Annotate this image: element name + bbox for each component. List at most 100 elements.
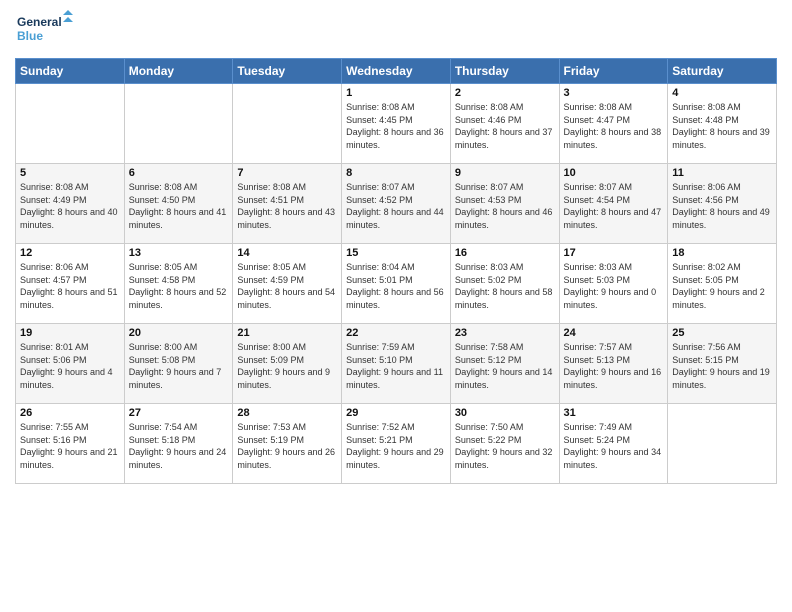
day-cell: 26 Sunrise: 7:55 AM Sunset: 5:16 PM Dayli…	[16, 404, 125, 484]
header-cell-thursday: Thursday	[450, 59, 559, 84]
day-cell: 23 Sunrise: 7:58 AM Sunset: 5:12 PM Dayli…	[450, 324, 559, 404]
day-cell: 21 Sunrise: 8:00 AM Sunset: 5:09 PM Dayli…	[233, 324, 342, 404]
day-info: Sunrise: 7:55 AM Sunset: 5:16 PM Dayligh…	[20, 421, 120, 471]
day-number: 23	[455, 327, 555, 339]
day-number: 22	[346, 327, 446, 339]
day-cell: 14 Sunrise: 8:05 AM Sunset: 4:59 PM Dayli…	[233, 244, 342, 324]
day-info: Sunrise: 8:08 AM Sunset: 4:46 PM Dayligh…	[455, 101, 555, 151]
day-info: Sunrise: 7:58 AM Sunset: 5:12 PM Dayligh…	[455, 341, 555, 391]
day-cell: 19Sunrise: 8:01 AM Sunset: 5:06 PM Dayli…	[16, 324, 125, 404]
day-number: 30	[455, 407, 555, 419]
day-info: Sunrise: 8:08 AM Sunset: 4:49 PM Dayligh…	[20, 181, 120, 231]
day-number: 13	[129, 247, 229, 259]
logo: General Blue	[15, 10, 75, 50]
day-number: 5	[20, 167, 120, 179]
svg-text:Blue: Blue	[17, 29, 43, 43]
day-number: 6	[129, 167, 229, 179]
day-cell	[16, 84, 125, 164]
header: General Blue	[15, 10, 777, 50]
day-cell: 1 Sunrise: 8:08 AM Sunset: 4:45 PM Daylig…	[342, 84, 451, 164]
day-cell: 5 Sunrise: 8:08 AM Sunset: 4:49 PM Daylig…	[16, 164, 125, 244]
day-cell: 17Sunrise: 8:03 AM Sunset: 5:03 PM Dayli…	[559, 244, 668, 324]
day-cell: 27 Sunrise: 7:54 AM Sunset: 5:18 PM Dayli…	[124, 404, 233, 484]
day-info: Sunrise: 7:53 AM Sunset: 5:19 PM Dayligh…	[237, 421, 337, 471]
day-info: Sunrise: 8:08 AM Sunset: 4:45 PM Dayligh…	[346, 101, 446, 151]
day-cell: 20 Sunrise: 8:00 AM Sunset: 5:08 PM Dayli…	[124, 324, 233, 404]
header-cell-friday: Friday	[559, 59, 668, 84]
day-number: 10	[564, 167, 664, 179]
week-row-1: 1 Sunrise: 8:08 AM Sunset: 4:45 PM Daylig…	[16, 84, 777, 164]
day-number: 3	[564, 87, 664, 99]
day-number: 7	[237, 167, 337, 179]
day-cell	[668, 404, 777, 484]
day-info: Sunrise: 8:08 AM Sunset: 4:50 PM Dayligh…	[129, 181, 229, 231]
day-info: Sunrise: 8:07 AM Sunset: 4:52 PM Dayligh…	[346, 181, 446, 231]
day-info: Sunrise: 8:05 AM Sunset: 4:58 PM Dayligh…	[129, 261, 229, 311]
day-cell: 13 Sunrise: 8:05 AM Sunset: 4:58 PM Dayli…	[124, 244, 233, 324]
day-cell: 29 Sunrise: 7:52 AM Sunset: 5:21 PM Dayli…	[342, 404, 451, 484]
calendar-body: 1 Sunrise: 8:08 AM Sunset: 4:45 PM Daylig…	[16, 84, 777, 484]
svg-text:General: General	[17, 15, 62, 29]
header-cell-tuesday: Tuesday	[233, 59, 342, 84]
day-number: 27	[129, 407, 229, 419]
header-cell-wednesday: Wednesday	[342, 59, 451, 84]
day-info: Sunrise: 8:03 AM Sunset: 5:02 PM Dayligh…	[455, 261, 555, 311]
day-info: Sunrise: 8:06 AM Sunset: 4:57 PM Dayligh…	[20, 261, 120, 311]
day-number: 29	[346, 407, 446, 419]
day-cell: 9Sunrise: 8:07 AM Sunset: 4:53 PM Daylig…	[450, 164, 559, 244]
day-info: Sunrise: 8:00 AM Sunset: 5:08 PM Dayligh…	[129, 341, 229, 391]
header-cell-monday: Monday	[124, 59, 233, 84]
day-number: 15	[346, 247, 446, 259]
day-info: Sunrise: 8:05 AM Sunset: 4:59 PM Dayligh…	[237, 261, 337, 311]
day-info: Sunrise: 7:59 AM Sunset: 5:10 PM Dayligh…	[346, 341, 446, 391]
day-info: Sunrise: 8:08 AM Sunset: 4:48 PM Dayligh…	[672, 101, 772, 151]
day-cell: 24 Sunrise: 7:57 AM Sunset: 5:13 PM Dayli…	[559, 324, 668, 404]
day-cell: 15Sunrise: 8:04 AM Sunset: 5:01 PM Dayli…	[342, 244, 451, 324]
day-cell	[233, 84, 342, 164]
header-cell-sunday: Sunday	[16, 59, 125, 84]
day-cell: 10 Sunrise: 8:07 AM Sunset: 4:54 PM Dayli…	[559, 164, 668, 244]
day-cell: 25Sunrise: 7:56 AM Sunset: 5:15 PM Dayli…	[668, 324, 777, 404]
day-cell: 18 Sunrise: 8:02 AM Sunset: 5:05 PM Dayli…	[668, 244, 777, 324]
day-info: Sunrise: 7:52 AM Sunset: 5:21 PM Dayligh…	[346, 421, 446, 471]
day-cell: 12Sunrise: 8:06 AM Sunset: 4:57 PM Dayli…	[16, 244, 125, 324]
day-number: 31	[564, 407, 664, 419]
day-info: Sunrise: 8:06 AM Sunset: 4:56 PM Dayligh…	[672, 181, 772, 231]
day-info: Sunrise: 7:54 AM Sunset: 5:18 PM Dayligh…	[129, 421, 229, 471]
day-info: Sunrise: 7:50 AM Sunset: 5:22 PM Dayligh…	[455, 421, 555, 471]
day-number: 1	[346, 87, 446, 99]
day-number: 18	[672, 247, 772, 259]
day-cell: 30 Sunrise: 7:50 AM Sunset: 5:22 PM Dayli…	[450, 404, 559, 484]
day-cell: 11Sunrise: 8:06 AM Sunset: 4:56 PM Dayli…	[668, 164, 777, 244]
calendar-table: SundayMondayTuesdayWednesdayThursdayFrid…	[15, 58, 777, 484]
day-info: Sunrise: 8:07 AM Sunset: 4:53 PM Dayligh…	[455, 181, 555, 231]
day-info: Sunrise: 8:07 AM Sunset: 4:54 PM Dayligh…	[564, 181, 664, 231]
day-info: Sunrise: 8:08 AM Sunset: 4:51 PM Dayligh…	[237, 181, 337, 231]
week-row-2: 5 Sunrise: 8:08 AM Sunset: 4:49 PM Daylig…	[16, 164, 777, 244]
day-cell: 7 Sunrise: 8:08 AM Sunset: 4:51 PM Daylig…	[233, 164, 342, 244]
day-cell: 31Sunrise: 7:49 AM Sunset: 5:24 PM Dayli…	[559, 404, 668, 484]
calendar-header: SundayMondayTuesdayWednesdayThursdayFrid…	[16, 59, 777, 84]
week-row-3: 12Sunrise: 8:06 AM Sunset: 4:57 PM Dayli…	[16, 244, 777, 324]
day-cell: 3Sunrise: 8:08 AM Sunset: 4:47 PM Daylig…	[559, 84, 668, 164]
day-number: 21	[237, 327, 337, 339]
day-number: 14	[237, 247, 337, 259]
day-cell: 28Sunrise: 7:53 AM Sunset: 5:19 PM Dayli…	[233, 404, 342, 484]
day-number: 8	[346, 167, 446, 179]
day-info: Sunrise: 8:00 AM Sunset: 5:09 PM Dayligh…	[237, 341, 337, 391]
day-number: 19	[20, 327, 120, 339]
day-cell: 22 Sunrise: 7:59 AM Sunset: 5:10 PM Dayli…	[342, 324, 451, 404]
header-row: SundayMondayTuesdayWednesdayThursdayFrid…	[16, 59, 777, 84]
day-info: Sunrise: 8:03 AM Sunset: 5:03 PM Dayligh…	[564, 261, 664, 311]
day-number: 26	[20, 407, 120, 419]
day-info: Sunrise: 8:02 AM Sunset: 5:05 PM Dayligh…	[672, 261, 772, 311]
day-info: Sunrise: 7:57 AM Sunset: 5:13 PM Dayligh…	[564, 341, 664, 391]
day-number: 20	[129, 327, 229, 339]
day-number: 24	[564, 327, 664, 339]
day-number: 25	[672, 327, 772, 339]
day-number: 16	[455, 247, 555, 259]
day-number: 4	[672, 87, 772, 99]
day-cell	[124, 84, 233, 164]
header-cell-saturday: Saturday	[668, 59, 777, 84]
day-cell: 6 Sunrise: 8:08 AM Sunset: 4:50 PM Daylig…	[124, 164, 233, 244]
